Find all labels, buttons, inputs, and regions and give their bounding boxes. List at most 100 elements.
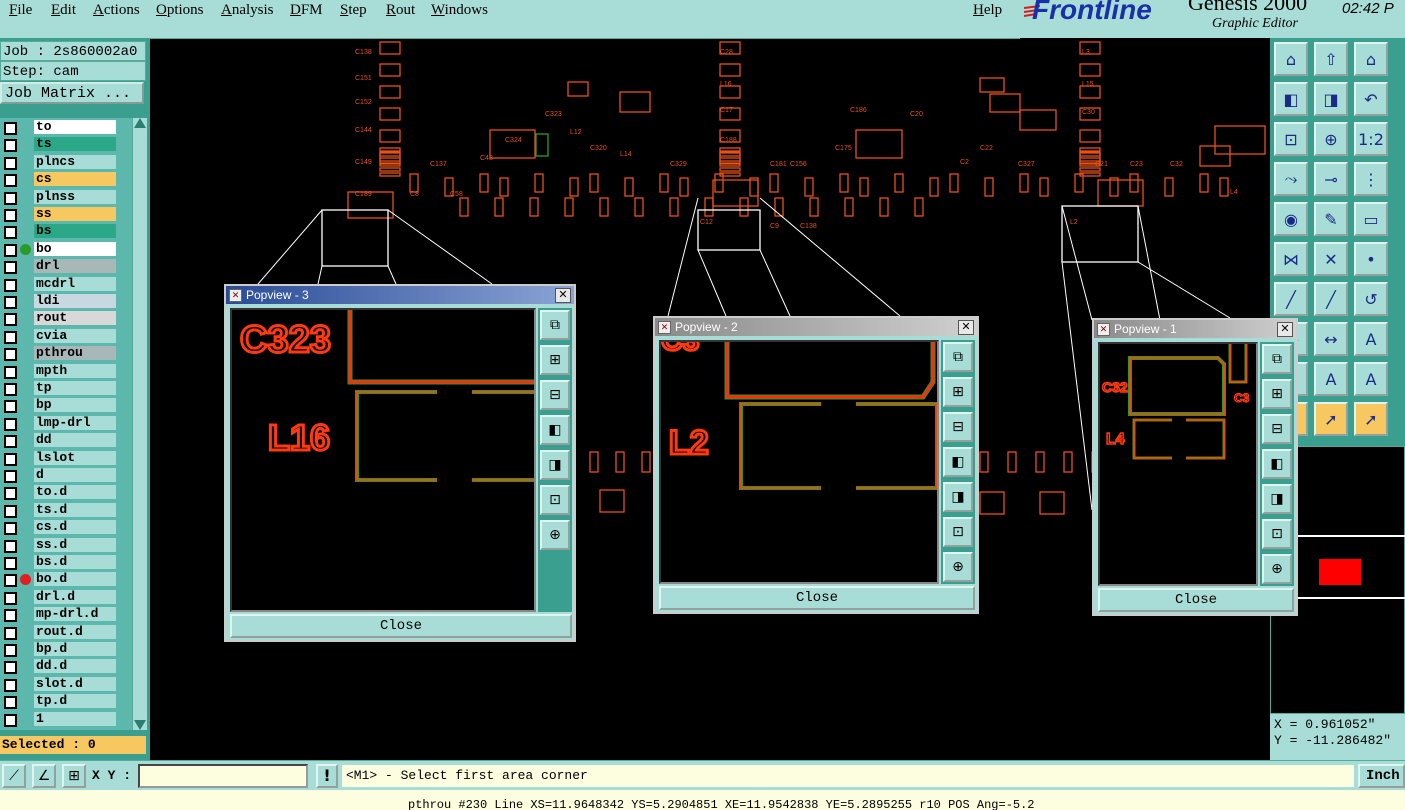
close-icon[interactable]: ✕	[1277, 322, 1293, 337]
layer-name[interactable]: mp-drl.d	[34, 607, 116, 622]
layer-name[interactable]: cvia	[34, 328, 116, 343]
layer-checkbox[interactable]	[4, 713, 17, 727]
layer-name[interactable]: drl.d	[34, 589, 116, 604]
zoom-in-icon[interactable]: ⊞	[1262, 379, 1292, 409]
popview-3-window[interactable]: ✕ Popview - 3 ✕ C323 L16 ⧉ ⊞ ⊟ ◧ ◨ ⊡ ⊕ Close	[224, 284, 576, 642]
home-icon[interactable]: ⌂	[1274, 42, 1308, 76]
layer-name[interactable]: dd	[34, 433, 116, 448]
layer-row[interactable]: slot.d	[0, 676, 120, 692]
layer-row[interactable]: mpth	[0, 363, 120, 379]
menu-file[interactable]: File	[9, 2, 32, 19]
connect-icon[interactable]: ⋈	[1274, 242, 1308, 276]
layer-name[interactable]: plncs	[34, 154, 116, 169]
layer-checkbox[interactable]	[4, 313, 17, 327]
scroll-down-icon[interactable]	[134, 720, 146, 730]
layer-name[interactable]: bs	[34, 224, 116, 239]
snap-icon[interactable]: ⟋	[2, 764, 26, 788]
layer-name[interactable]: tp.d	[34, 694, 116, 709]
layer-checkbox[interactable]	[4, 452, 17, 466]
layer-name[interactable]: tp	[34, 381, 116, 395]
layer-row[interactable]: lslot	[0, 450, 120, 466]
layer-name[interactable]: bp.d	[34, 642, 116, 656]
layer-row[interactable]: ss	[0, 207, 120, 222]
layer-checkbox[interactable]	[4, 174, 17, 188]
layer-checkbox[interactable]	[4, 209, 17, 222]
zoom-out-icon[interactable]: ⊟	[540, 380, 570, 410]
panel-icon[interactable]: ⋮	[1354, 162, 1388, 196]
layer-checkbox[interactable]	[4, 278, 17, 292]
cross-icon[interactable]: ✕	[1314, 242, 1348, 276]
page-up-icon[interactable]: ⇧	[1314, 42, 1348, 76]
layer-name[interactable]: rout	[34, 311, 116, 326]
pan-right-icon[interactable]: ◨	[1262, 484, 1292, 514]
menu-step[interactable]: Step	[340, 2, 367, 19]
popview-close-button[interactable]: Close	[659, 586, 975, 610]
layer-row[interactable]: bo	[0, 241, 120, 257]
center-icon[interactable]: ⊕	[943, 552, 973, 582]
layer-checkbox[interactable]	[4, 539, 17, 553]
dimension-icon[interactable]: ↔	[1314, 322, 1348, 356]
layer-row[interactable]: cs	[0, 172, 120, 188]
close-icon[interactable]: ✕	[958, 320, 974, 335]
layer-name[interactable]: ss.d	[34, 537, 116, 552]
layer-checkbox[interactable]	[4, 609, 17, 623]
layer-checkbox[interactable]	[4, 243, 17, 257]
popview-title-bar[interactable]: ✕ Popview - 1 ✕	[1094, 320, 1296, 338]
layer-row[interactable]: bp.d	[0, 642, 120, 657]
zoom-out-icon[interactable]: ⊟	[943, 412, 973, 442]
route-icon[interactable]: ⤳	[1274, 162, 1308, 196]
layer-name[interactable]: cs.d	[34, 520, 116, 535]
layer-checkbox[interactable]	[4, 522, 17, 536]
layer-checkbox[interactable]	[4, 330, 17, 344]
layer-name[interactable]: plnss	[34, 189, 116, 204]
layer-row[interactable]: plncs	[0, 154, 120, 170]
layer-name[interactable]: pthrou	[34, 346, 116, 361]
layer-checkbox[interactable]	[4, 626, 17, 640]
layer-checkbox[interactable]	[4, 470, 17, 483]
layer-name[interactable]: slot.d	[34, 676, 116, 691]
popview-canvas[interactable]: C3 L2	[659, 340, 939, 584]
layer-row[interactable]: lmp-drl	[0, 415, 120, 431]
zoom-in-icon[interactable]: ⊞	[540, 345, 570, 375]
layer-checkbox[interactable]	[4, 557, 17, 570]
menu-windows[interactable]: Windows	[431, 2, 488, 19]
menu-dfm[interactable]: DFM	[290, 2, 323, 19]
layer-checkbox[interactable]	[4, 383, 17, 396]
point-icon[interactable]: •	[1354, 242, 1388, 276]
draw-icon[interactable]: ✎	[1314, 202, 1348, 236]
layer-row[interactable]: drl.d	[0, 589, 120, 605]
popview-title-bar[interactable]: ✕ Popview - 3 ✕	[226, 286, 574, 304]
layer-row[interactable]: dd.d	[0, 659, 120, 675]
arc-icon[interactable]: ↺	[1354, 282, 1388, 316]
layer-row[interactable]: pthrou	[0, 346, 120, 362]
layer-checkbox[interactable]	[4, 435, 17, 449]
layer-row[interactable]: cs.d	[0, 520, 120, 536]
menu-analysis[interactable]: Analysis	[221, 2, 274, 19]
popview-1-window[interactable]: ✕ Popview - 1 ✕ C32 L4 C3 ⧉ ⊞ ⊟ ◧ ◨ ⊡ ⊕ Close	[1092, 318, 1298, 616]
layer-checkbox[interactable]	[4, 487, 17, 501]
layer-name[interactable]: lslot	[34, 450, 116, 465]
menu-help[interactable]: Help	[973, 2, 1002, 19]
menu-actions[interactable]: Actions	[93, 2, 140, 19]
layer-checkbox[interactable]	[4, 348, 17, 362]
layer-row[interactable]: bp	[0, 398, 120, 414]
layer-row[interactable]: tp.d	[0, 694, 120, 710]
layer-checkbox[interactable]	[4, 661, 17, 675]
layer-checkbox[interactable]	[4, 156, 17, 170]
layer-checkbox[interactable]	[4, 400, 17, 414]
popview-canvas[interactable]: C323 L16	[230, 308, 536, 612]
pan-left-icon[interactable]: ◧	[1262, 449, 1292, 479]
layer-checkbox[interactable]	[4, 591, 17, 605]
zoom-center-icon[interactable]: ⊕	[1314, 122, 1348, 156]
center-icon[interactable]: ⊕	[1262, 554, 1292, 584]
layer-row[interactable]: to.d	[0, 485, 120, 501]
probe-icon[interactable]: ⊸	[1314, 162, 1348, 196]
layer-checkbox[interactable]	[4, 574, 17, 588]
job-matrix-button[interactable]: Job Matrix ...	[0, 82, 144, 104]
layer-name[interactable]: lmp-drl	[34, 415, 116, 430]
alert-icon[interactable]: !	[316, 764, 338, 788]
xy-input[interactable]	[138, 764, 308, 788]
zoom-out-icon[interactable]: ⊟	[1262, 414, 1292, 444]
popview-title-bar[interactable]: ✕ Popview - 2 ✕	[655, 318, 977, 336]
layer-checkbox[interactable]	[4, 139, 17, 153]
